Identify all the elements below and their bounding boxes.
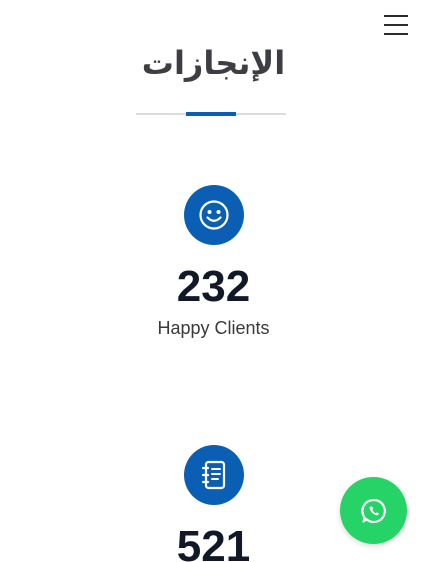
whatsapp-icon[interactable] — [340, 477, 407, 544]
smiley-face-icon — [183, 185, 244, 245]
stat-number: 232 — [176, 262, 251, 311]
hamburger-menu-icon[interactable] — [384, 15, 408, 35]
stat-happy-clients: 232 Happy Clients — [0, 185, 427, 339]
title-divider-accent — [186, 112, 236, 116]
menu-line — [384, 15, 408, 17]
section-title: الإنجازات — [141, 44, 286, 82]
menu-line — [384, 33, 408, 35]
stat-label: Happy Clients — [157, 318, 270, 338]
menu-line — [384, 24, 408, 26]
notebook-icon — [183, 445, 244, 505]
achievements-page: الإنجازات 232 Happy Clients 521 — [0, 0, 427, 562]
